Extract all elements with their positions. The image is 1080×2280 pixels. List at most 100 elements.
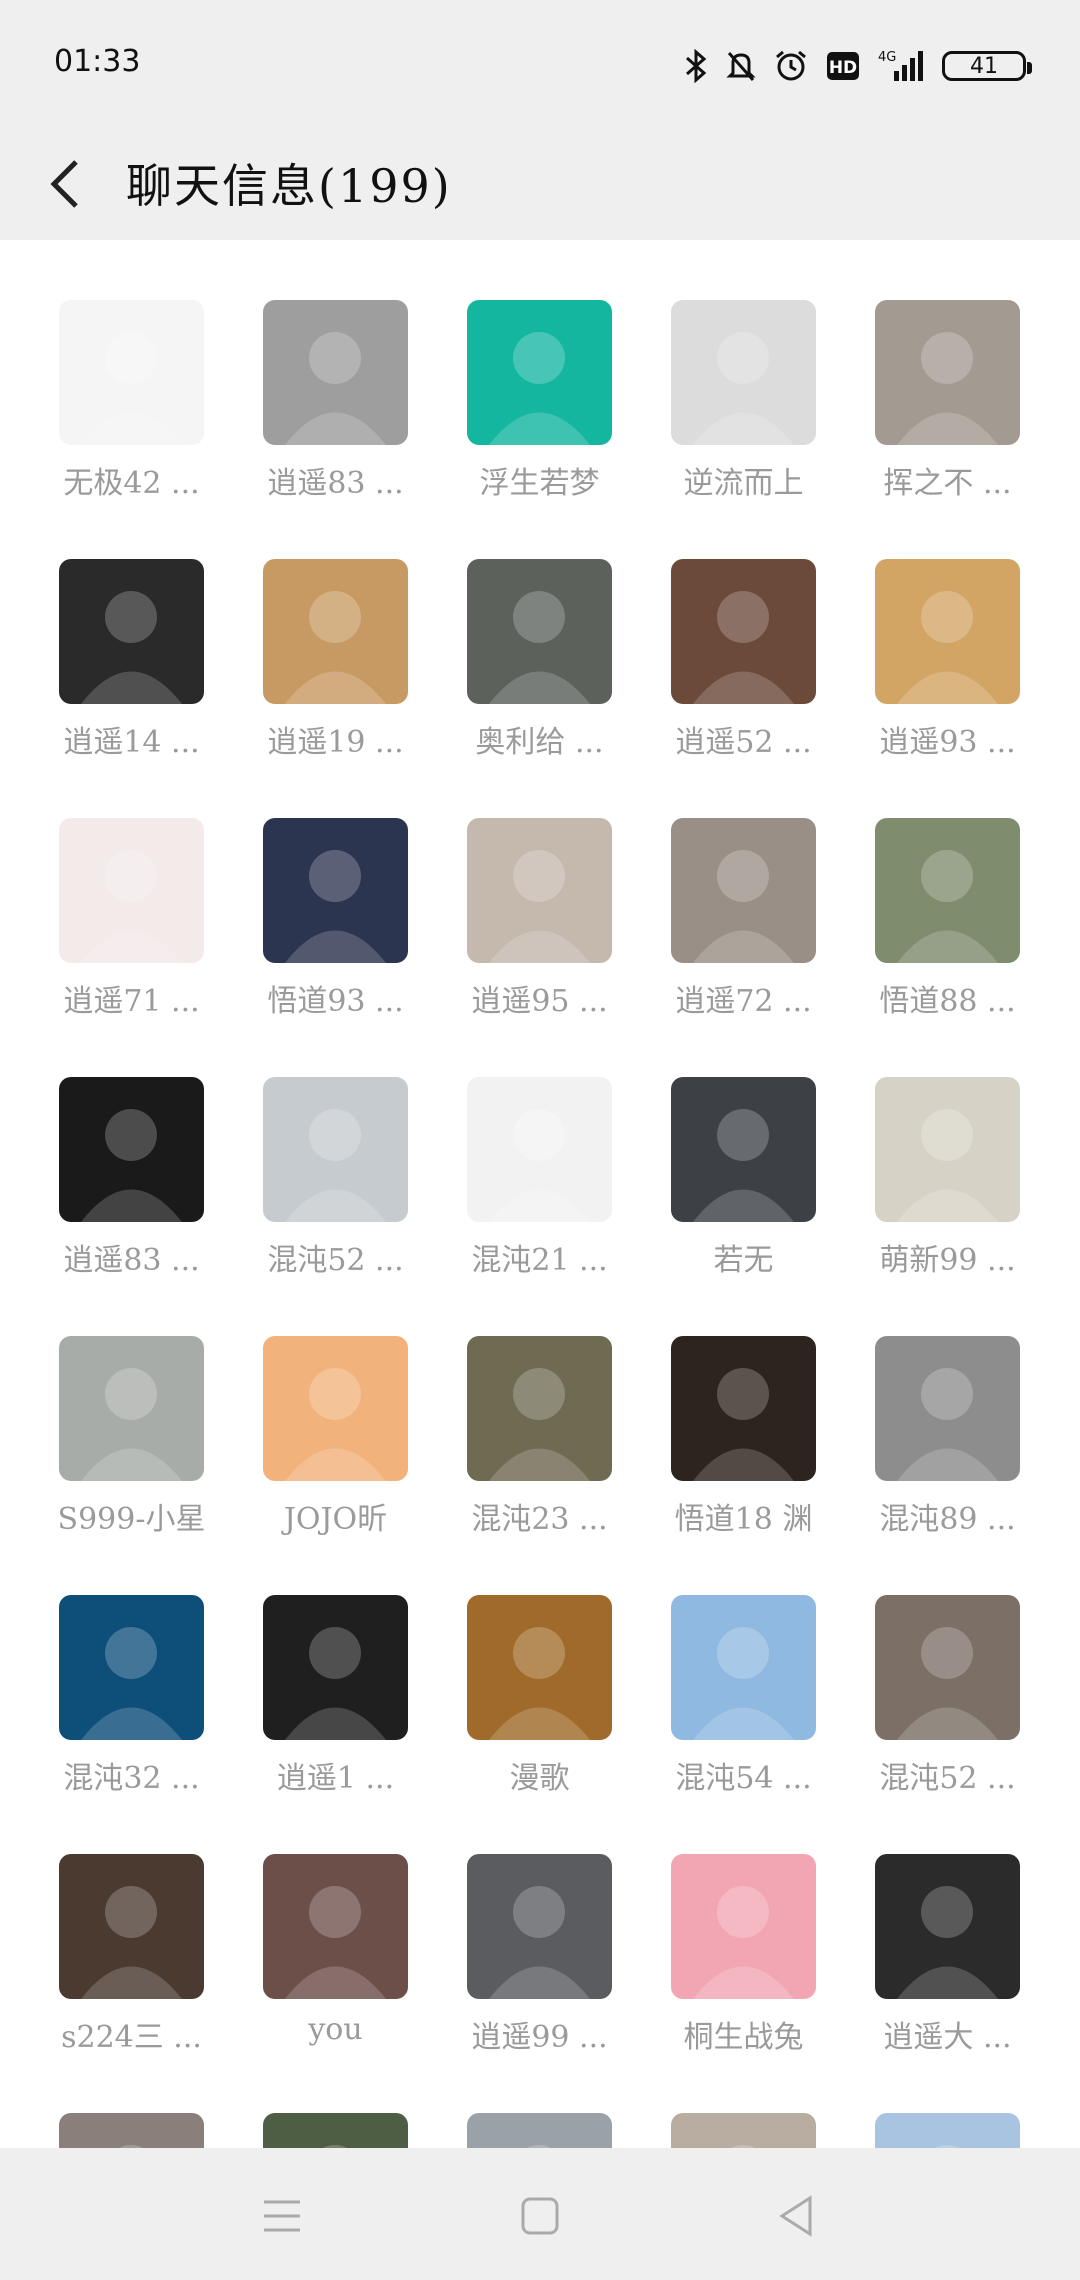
member-tile[interactable] <box>630 2113 830 2148</box>
member-avatar[interactable] <box>59 300 204 445</box>
chat-info-header: 聊天信息(199) <box>0 130 1080 240</box>
member-tile[interactable]: S999-小星 <box>18 1336 218 1556</box>
member-avatar[interactable] <box>671 1336 816 1481</box>
member-avatar[interactable] <box>467 2113 612 2148</box>
member-tile[interactable]: 逍遥71 ... <box>18 818 218 1038</box>
member-tile[interactable]: 漫歌 <box>426 1595 626 1815</box>
member-avatar[interactable] <box>467 559 612 704</box>
member-name: 悟道18 渊 <box>674 1502 813 1537</box>
member-avatar[interactable] <box>263 818 408 963</box>
member-avatar[interactable] <box>671 1854 816 1999</box>
member-name: 逍遥93 ... <box>879 725 1016 760</box>
member-avatar[interactable] <box>671 2113 816 2148</box>
member-avatar[interactable] <box>671 1077 816 1222</box>
member-name: 无极42 ... <box>63 466 200 501</box>
member-name: JOJO昕 <box>283 1502 388 1537</box>
member-avatar[interactable] <box>875 1077 1020 1222</box>
mute-bell-icon <box>726 49 756 83</box>
member-tile[interactable]: 浮生若梦 <box>426 300 626 520</box>
member-avatar[interactable] <box>875 1595 1020 1740</box>
member-avatar[interactable] <box>467 818 612 963</box>
alarm-icon <box>774 49 808 83</box>
member-avatar[interactable] <box>59 559 204 704</box>
menu-button[interactable] <box>242 2176 322 2256</box>
member-tile[interactable]: 挥之不 ... <box>834 300 1034 520</box>
member-avatar[interactable] <box>59 818 204 963</box>
member-tile[interactable]: 逍遥93 ... <box>834 559 1034 779</box>
member-avatar[interactable] <box>263 1077 408 1222</box>
member-avatar[interactable] <box>263 1595 408 1740</box>
member-tile[interactable]: 若无 <box>630 1077 830 1297</box>
member-avatar[interactable] <box>467 300 612 445</box>
member-tile[interactable]: 混沌32 ... <box>18 1595 218 1815</box>
member-avatar[interactable] <box>59 1077 204 1222</box>
member-tile[interactable]: 逍遥19 ... <box>222 559 422 779</box>
member-avatar[interactable] <box>263 559 408 704</box>
back-triangle-icon <box>779 2195 812 2237</box>
member-tile[interactable]: 无极42 ... <box>18 300 218 520</box>
member-tile[interactable]: 逍遥99 ... <box>426 1854 626 2074</box>
member-tile[interactable]: 逍遥大 ... <box>834 1854 1034 2074</box>
member-avatar[interactable] <box>875 300 1020 445</box>
member-name: 若无 <box>713 1243 774 1278</box>
member-avatar[interactable] <box>671 300 816 445</box>
page-title: 聊天信息(199) <box>126 159 452 213</box>
member-avatar[interactable] <box>875 818 1020 963</box>
member-tile[interactable]: 悟道88 ... <box>834 818 1034 1038</box>
member-tile[interactable]: 逍遥1 ... <box>222 1595 422 1815</box>
svg-text:4G: 4G <box>878 50 896 65</box>
member-avatar[interactable] <box>875 1854 1020 1999</box>
member-avatar[interactable] <box>263 300 408 445</box>
member-avatar[interactable] <box>671 559 816 704</box>
member-avatar[interactable] <box>59 1595 204 1740</box>
member-grid: 无极42 ... 逍遥83 ... 浮生若梦 逆流而上 挥之不 ... 逍遥14 ... 逍… <box>0 240 1080 2148</box>
member-tile[interactable]: 混沌52 ... <box>222 1077 422 1297</box>
member-tile[interactable]: 逍遥52 ... <box>630 559 830 779</box>
member-avatar[interactable] <box>875 1336 1020 1481</box>
member-avatar[interactable] <box>467 1854 612 1999</box>
member-name: 奥利给 ... <box>475 725 604 760</box>
member-avatar[interactable] <box>263 1854 408 1999</box>
member-avatar[interactable] <box>875 559 1020 704</box>
member-tile[interactable]: 逆流而上 <box>630 300 830 520</box>
member-avatar[interactable] <box>671 818 816 963</box>
member-tile[interactable]: 混沌23 ... <box>426 1336 626 1556</box>
member-tile[interactable]: 逍遥83 ... <box>222 300 422 520</box>
member-tile[interactable]: s224三 ... <box>18 1854 218 2074</box>
member-name: 逍遥83 ... <box>267 466 404 501</box>
back-nav-button[interactable] <box>756 2176 836 2256</box>
member-tile[interactable] <box>18 2113 218 2148</box>
member-avatar[interactable] <box>467 1595 612 1740</box>
home-button[interactable] <box>500 2176 580 2256</box>
member-tile[interactable]: 混沌89 ... <box>834 1336 1034 1556</box>
member-tile[interactable]: 逍遥95 ... <box>426 818 626 1038</box>
member-tile[interactable] <box>426 2113 626 2148</box>
member-avatar[interactable] <box>263 1336 408 1481</box>
member-avatar[interactable] <box>263 2113 408 2148</box>
member-tile[interactable]: 逍遥14 ... <box>18 559 218 779</box>
back-button[interactable] <box>36 152 100 216</box>
member-avatar[interactable] <box>59 1854 204 1999</box>
member-tile[interactable]: 混沌21 ... <box>426 1077 626 1297</box>
member-avatar[interactable] <box>59 1336 204 1481</box>
member-avatar[interactable] <box>875 2113 1020 2148</box>
member-tile[interactable] <box>222 2113 422 2148</box>
member-tile[interactable]: 混沌54 ... <box>630 1595 830 1815</box>
member-tile[interactable]: you <box>222 1854 422 2074</box>
member-name: 逍遥52 ... <box>675 725 812 760</box>
member-tile[interactable]: 逍遥72 ... <box>630 818 830 1038</box>
member-tile[interactable]: 逍遥83 ... <box>18 1077 218 1297</box>
member-tile[interactable]: 奥利给 ... <box>426 559 626 779</box>
member-avatar[interactable] <box>467 1077 612 1222</box>
member-tile[interactable]: 萌新99 ... <box>834 1077 1034 1297</box>
member-tile[interactable]: JOJO昕 <box>222 1336 422 1556</box>
member-tile[interactable]: 悟道18 渊 <box>630 1336 830 1556</box>
member-tile[interactable]: 混沌52 ... <box>834 1595 1034 1815</box>
member-avatar[interactable] <box>671 1595 816 1740</box>
member-avatar[interactable] <box>59 2113 204 2148</box>
member-avatar[interactable] <box>467 1336 612 1481</box>
status-time: 01:33 <box>54 44 141 79</box>
member-tile[interactable] <box>834 2113 1034 2148</box>
member-tile[interactable]: 悟道93 ... <box>222 818 422 1038</box>
member-tile[interactable]: 桐生战兔 <box>630 1854 830 2074</box>
